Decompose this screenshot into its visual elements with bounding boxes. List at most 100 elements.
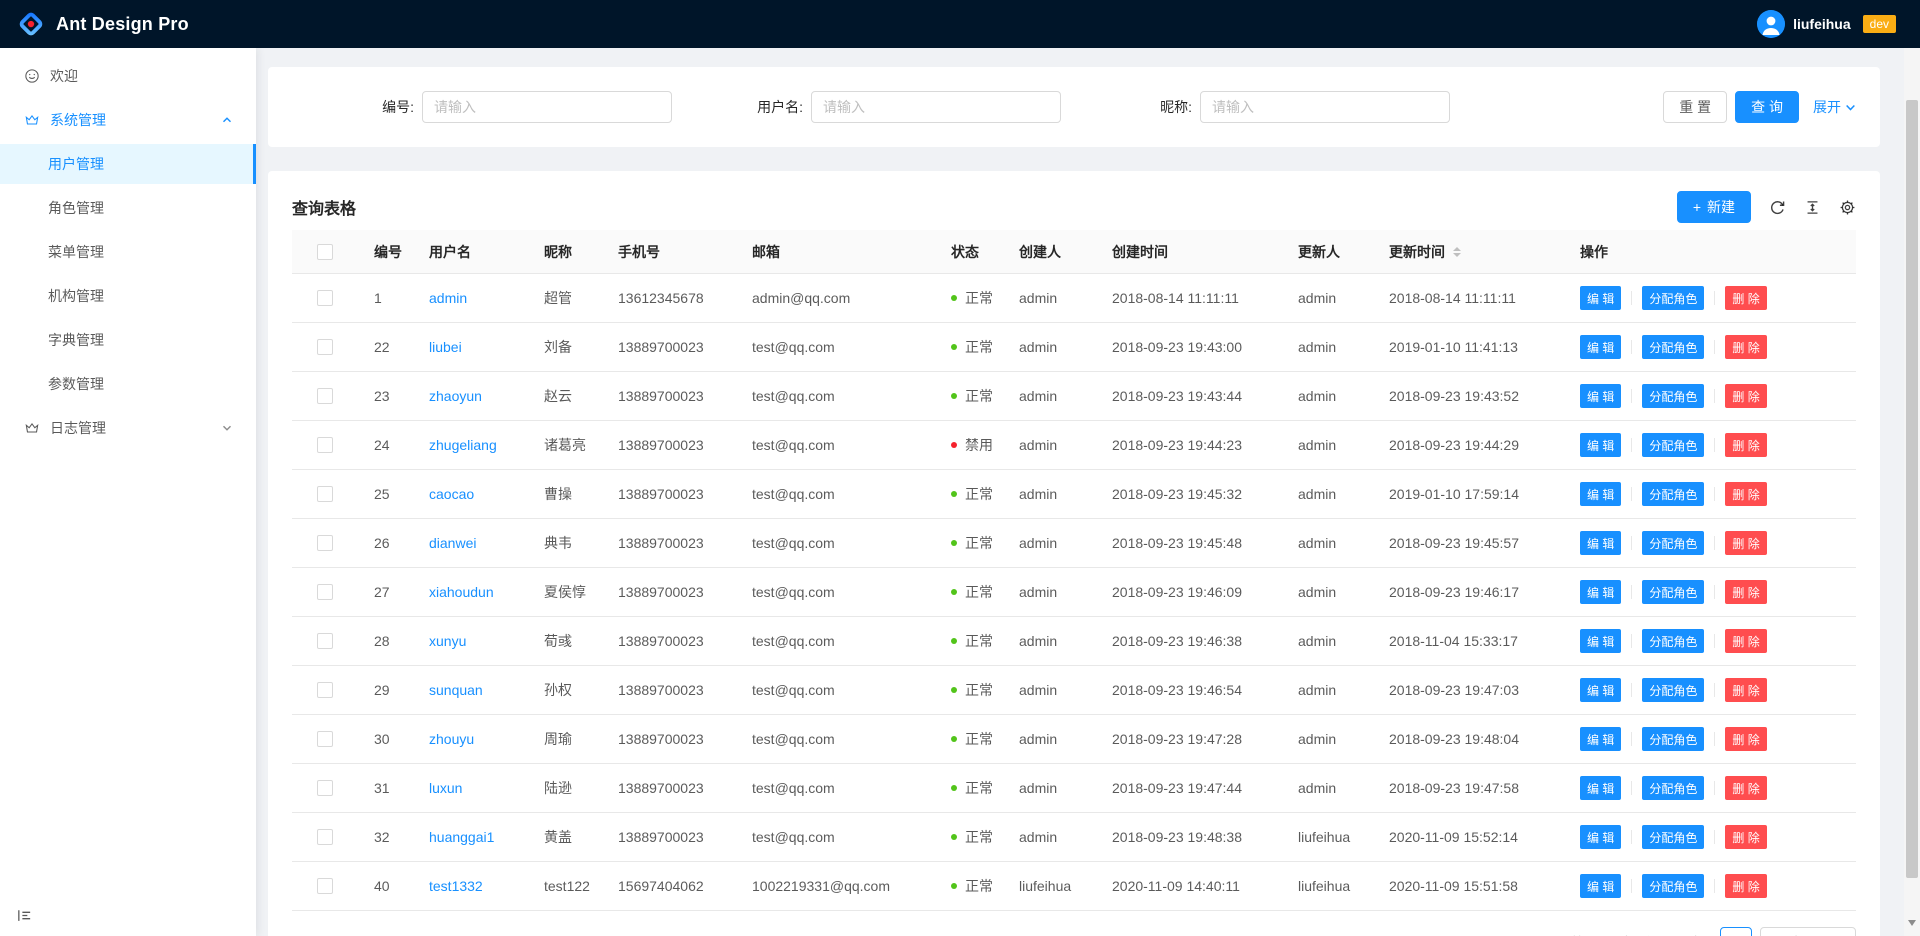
row-checkbox[interactable] [317,780,333,796]
edit-button[interactable]: 编 辑 [1580,874,1621,898]
edit-button[interactable]: 编 辑 [1580,727,1621,751]
sidebar-item-param-mgmt[interactable]: 参数管理 [0,364,256,404]
assign-role-button[interactable]: 分配角色 [1642,727,1704,751]
assign-role-button[interactable]: 分配角色 [1642,433,1704,457]
edit-button[interactable]: 编 辑 [1580,776,1621,800]
delete-button[interactable]: 删 除 [1725,629,1766,653]
assign-role-button[interactable]: 分配角色 [1642,776,1704,800]
delete-button[interactable]: 删 除 [1725,433,1766,457]
edit-button[interactable]: 编 辑 [1580,384,1621,408]
sidebar-item-log[interactable]: 日志管理 [0,408,256,448]
select-all-checkbox[interactable] [317,244,333,260]
username-link[interactable]: zhugeliang [429,437,497,453]
edit-button[interactable]: 编 辑 [1580,580,1621,604]
assign-role-button[interactable]: 分配角色 [1642,629,1704,653]
delete-button[interactable]: 删 除 [1725,678,1766,702]
edit-button[interactable]: 编 辑 [1580,629,1621,653]
reset-button[interactable]: 重 置 [1663,91,1727,123]
row-checkbox[interactable] [317,535,333,551]
reload-icon[interactable] [1769,199,1786,216]
sidebar-item-dict-mgmt[interactable]: 字典管理 [0,320,256,360]
expand-link[interactable]: 展开 [1813,97,1856,117]
assign-role-button[interactable]: 分配角色 [1642,531,1704,555]
row-checkbox[interactable] [317,437,333,453]
username-link[interactable]: zhouyu [429,731,474,747]
username-link[interactable]: dianwei [429,535,476,551]
delete-button[interactable]: 删 除 [1725,825,1766,849]
delete-button[interactable]: 删 除 [1725,727,1766,751]
edit-button[interactable]: 编 辑 [1580,286,1621,310]
username-link[interactable]: sunquan [429,682,483,698]
scrollbar-down-arrow[interactable] [1908,920,1916,926]
row-checkbox[interactable] [317,633,333,649]
row-checkbox[interactable] [317,731,333,747]
row-checkbox[interactable] [317,878,333,894]
delete-button[interactable]: 删 除 [1725,482,1766,506]
row-checkbox[interactable] [317,388,333,404]
row-actions: 编 辑 分配角色 删 除 [1564,629,1856,653]
row-checkbox[interactable] [317,829,333,845]
user-menu[interactable]: liufeihua dev [1757,10,1896,38]
username-link[interactable]: test1332 [429,878,483,894]
brand[interactable]: Ant Design Pro [16,9,189,39]
username-link[interactable]: xiahoudun [429,584,494,600]
sidebar-item-menu-mgmt[interactable]: 菜单管理 [0,232,256,272]
assign-role-button[interactable]: 分配角色 [1642,580,1704,604]
row-checkbox[interactable] [317,290,333,306]
delete-button[interactable]: 删 除 [1725,580,1766,604]
page-size-select[interactable]: 20 条/页 [1760,927,1856,936]
setting-icon[interactable] [1839,199,1856,216]
row-checkbox[interactable] [317,682,333,698]
assign-role-button[interactable]: 分配角色 [1642,874,1704,898]
id-input[interactable] [422,91,672,123]
username-link[interactable]: liubei [429,339,462,355]
table-row: 1 admin 超管 13612345678 admin@qq.com 正常 a… [292,274,1856,323]
cell-create-time: 2018-09-23 19:48:38 [1096,829,1282,845]
nickname-input[interactable] [1200,91,1450,123]
column-height-icon[interactable] [1804,199,1821,216]
username-link[interactable]: caocao [429,486,474,502]
sidebar-item-org-mgmt[interactable]: 机构管理 [0,276,256,316]
username-link[interactable]: luxun [429,780,462,796]
delete-button[interactable]: 删 除 [1725,531,1766,555]
edit-button[interactable]: 编 辑 [1580,531,1621,555]
row-checkbox[interactable] [317,486,333,502]
assign-role-button[interactable]: 分配角色 [1642,482,1704,506]
menu-fold-icon[interactable] [16,907,33,924]
username-input[interactable] [811,91,1061,123]
delete-button[interactable]: 删 除 [1725,335,1766,359]
row-checkbox[interactable] [317,339,333,355]
search-actions: 重 置 查 询 展开 [1663,91,1856,123]
edit-button[interactable]: 编 辑 [1580,482,1621,506]
table-title: 查询表格 [292,195,356,219]
delete-button[interactable]: 删 除 [1725,874,1766,898]
delete-button[interactable]: 删 除 [1725,776,1766,800]
new-button[interactable]: + 新建 [1677,191,1751,223]
search-button[interactable]: 查 询 [1735,91,1799,123]
assign-role-button[interactable]: 分配角色 [1642,678,1704,702]
username-link[interactable]: admin [429,290,467,306]
delete-button[interactable]: 删 除 [1725,384,1766,408]
edit-button[interactable]: 编 辑 [1580,678,1621,702]
assign-role-button[interactable]: 分配角色 [1642,384,1704,408]
row-checkbox[interactable] [317,584,333,600]
edit-button[interactable]: 编 辑 [1580,433,1621,457]
page-1-button[interactable]: 1 [1720,927,1752,936]
assign-role-button[interactable]: 分配角色 [1642,335,1704,359]
assign-role-button[interactable]: 分配角色 [1642,286,1704,310]
edit-button[interactable]: 编 辑 [1580,335,1621,359]
sidebar-item-system[interactable]: 系统管理 [0,100,256,140]
assign-role-button[interactable]: 分配角色 [1642,825,1704,849]
username-link[interactable]: huanggai1 [429,829,494,845]
sorter-icon[interactable] [1453,247,1461,257]
edit-button[interactable]: 编 辑 [1580,825,1621,849]
sidebar-item-role-mgmt[interactable]: 角色管理 [0,188,256,228]
username-link[interactable]: xunyu [429,633,466,649]
expand-label: 展开 [1813,97,1841,117]
username-link[interactable]: zhaoyun [429,388,482,404]
sidebar-item-user-mgmt[interactable]: 用户管理 [0,144,256,184]
sidebar-item-welcome[interactable]: 欢迎 [0,56,256,96]
cell-nickname: 诸葛亮 [528,435,602,455]
scrollbar-thumb[interactable] [1906,100,1918,878]
delete-button[interactable]: 删 除 [1725,286,1766,310]
